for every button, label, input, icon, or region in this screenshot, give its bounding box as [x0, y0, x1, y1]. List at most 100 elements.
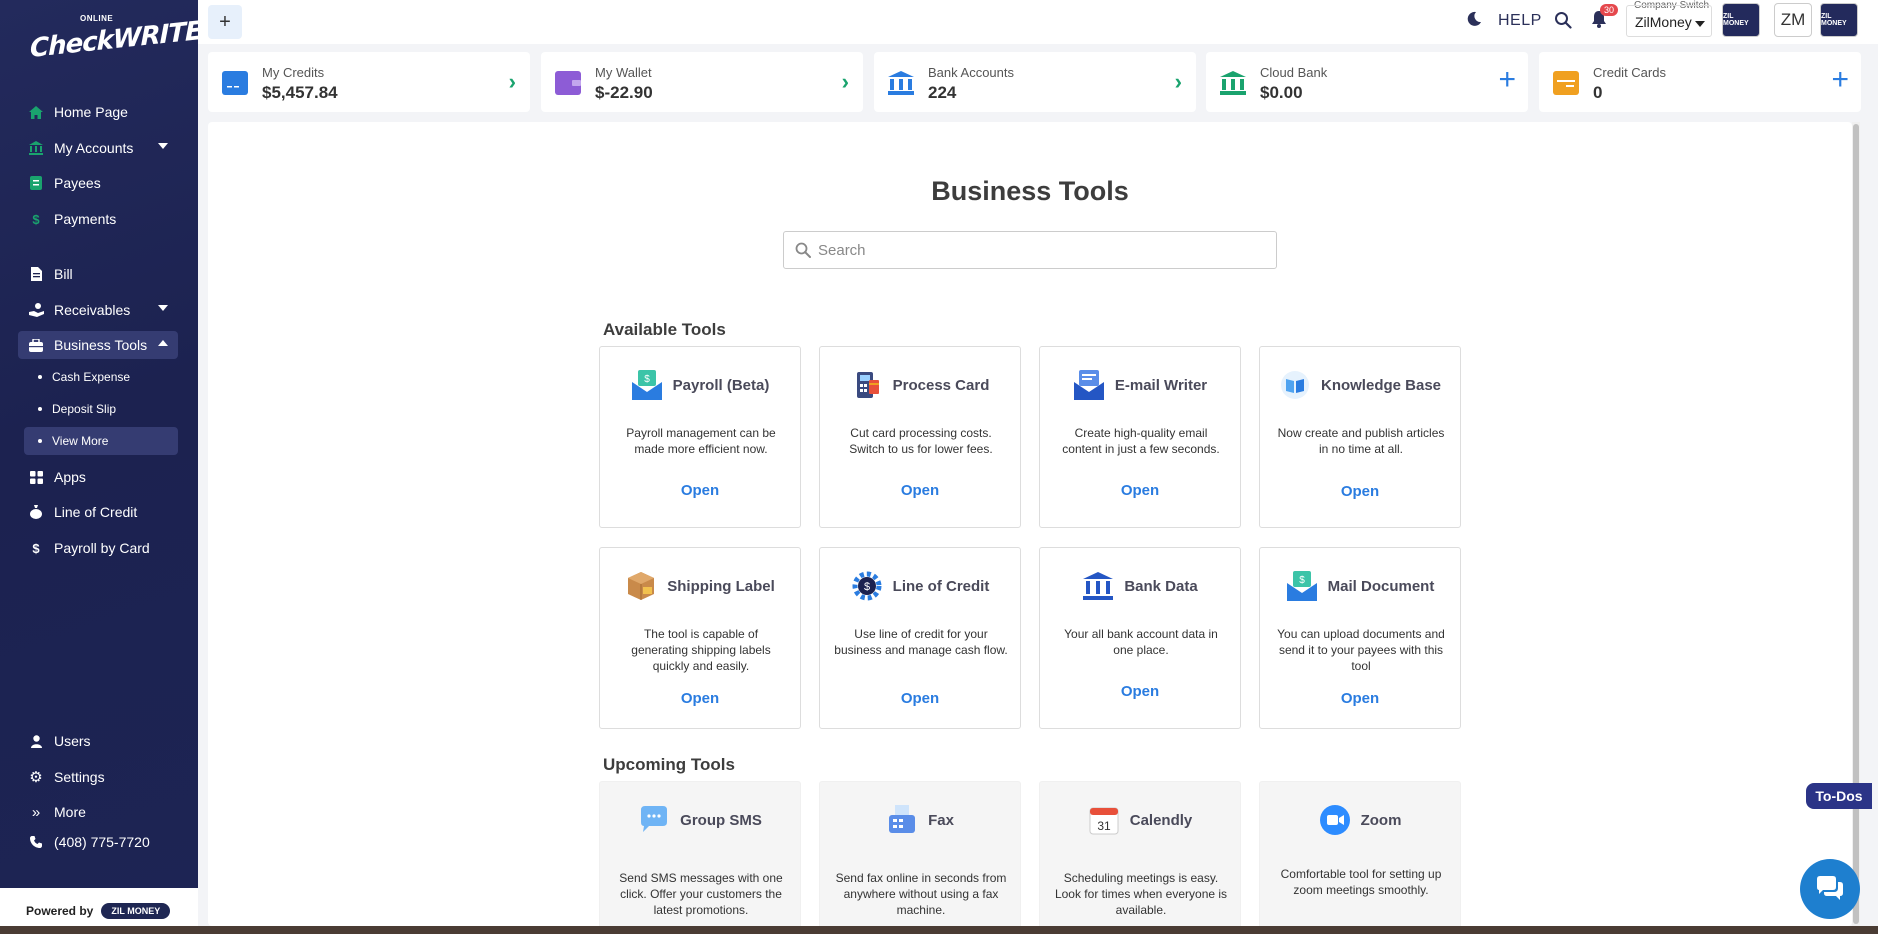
add-cloud-bank-button[interactable]: +	[1498, 63, 1516, 97]
zil-money-app-logo[interactable]: ZIL MONEY	[1722, 3, 1760, 37]
tool-card-payroll[interactable]: $ Payroll (Beta) Payroll management can …	[599, 346, 801, 528]
tool-description: Comfortable tool for setting up zoom mee…	[1280, 867, 1442, 897]
tool-card-calendly[interactable]: 31 Calendly Scheduling meetings is easy.…	[1039, 781, 1241, 926]
chevron-right-icon[interactable]: ›	[509, 69, 516, 95]
tool-description: Cut card processing costs. Switch to us …	[849, 426, 993, 456]
tool-card-process-card[interactable]: Process Card Cut card processing costs. …	[819, 346, 1021, 528]
checkwriter-logo[interactable]: ONLINE CheckWRITER	[30, 12, 221, 64]
sidebar-subitem-deposit-slip[interactable]: Deposit Slip	[24, 395, 178, 423]
user-avatar[interactable]: ZM	[1774, 3, 1812, 37]
double-chevron-icon: »	[31, 803, 41, 821]
todos-button[interactable]: To-Dos	[1806, 783, 1872, 809]
tool-open-link[interactable]: Open	[1040, 683, 1240, 700]
dark-mode-toggle[interactable]	[1466, 11, 1482, 32]
sidebar-item-business-tools[interactable]: Business Tools	[18, 331, 178, 359]
sidebar-item-label: Settings	[54, 769, 105, 785]
sidebar-item-my-accounts[interactable]: My Accounts	[18, 134, 178, 162]
sidebar-item-label: Bill	[54, 266, 73, 282]
company-name: ZilMoney	[1635, 14, 1692, 30]
tool-name: Group SMS	[680, 811, 762, 829]
search-icon	[795, 242, 811, 258]
live-chat-button[interactable]	[1800, 859, 1860, 919]
tool-open-link[interactable]: Open	[600, 482, 800, 499]
book-icon	[1279, 369, 1311, 401]
notification-count-badge: 30	[1600, 4, 1619, 16]
credit-card-icon	[1553, 71, 1579, 95]
tool-card-bank-data[interactable]: Bank Data Your all bank account data in …	[1039, 547, 1241, 729]
tool-card-knowledge-base[interactable]: Knowledge Base Now create and publish ar…	[1259, 346, 1461, 528]
tool-description: Send SMS messages with one click. Offer …	[619, 871, 783, 917]
stat-value: $0.00	[1260, 83, 1303, 102]
credits-icon	[222, 71, 248, 95]
stat-card-credit-cards[interactable]: Credit Cards 0 +	[1539, 52, 1861, 112]
sidebar-item-home-page[interactable]: Home Page	[18, 98, 178, 126]
add-button[interactable]: +	[208, 5, 242, 39]
stat-card-bank-accounts[interactable]: Bank Accounts 224 ›	[874, 52, 1196, 112]
tool-card-line-of-credit[interactable]: $ Line of Credit Use line of credit for …	[819, 547, 1021, 729]
tool-card-zoom[interactable]: Zoom Comfortable tool for setting up zoo…	[1259, 781, 1461, 926]
tool-card-shipping-label[interactable]: Shipping Label The tool is capable of ge…	[599, 547, 801, 729]
tool-card-email-writer[interactable]: E-mail Writer Create high-quality email …	[1039, 346, 1241, 528]
sidebar-item-users[interactable]: Users	[18, 727, 178, 755]
chat-icon	[1817, 876, 1843, 900]
tool-name: Fax	[928, 811, 954, 829]
sidebar-item-bill[interactable]: Bill	[18, 260, 178, 288]
tool-description: Use line of credit for your business and…	[834, 627, 1008, 657]
sidebar-subitem-label: Deposit Slip	[52, 402, 117, 416]
chevron-right-icon[interactable]: ›	[842, 69, 849, 95]
sidebar-item-payees[interactable]: Payees	[18, 169, 178, 197]
chevron-down-icon	[1695, 21, 1705, 27]
help-link[interactable]: HELP	[1498, 12, 1542, 30]
global-search-button[interactable]	[1554, 11, 1572, 34]
taskbar-strip	[0, 926, 1878, 934]
stat-value: 0	[1593, 83, 1603, 102]
tool-open-link[interactable]: Open	[600, 690, 800, 707]
tool-open-link[interactable]: Open	[1260, 690, 1460, 707]
gear-icon: ⚙	[29, 769, 43, 786]
tool-name: Payroll (Beta)	[672, 376, 770, 394]
company-switch-dropdown[interactable]: ZilMoney	[1626, 5, 1712, 37]
toolbox-icon	[26, 338, 46, 352]
payroll-envelope-icon: $	[631, 369, 663, 401]
tool-card-fax[interactable]: Fax Send fax online in seconds from anyw…	[819, 781, 1021, 926]
add-credit-card-button[interactable]: +	[1831, 63, 1849, 97]
sidebar-item-phone[interactable]: (408) 775-7720	[18, 828, 178, 856]
chevron-right-icon[interactable]: ›	[1175, 69, 1182, 95]
hand-coin-icon	[26, 303, 46, 317]
upcoming-tools-heading: Upcoming Tools	[603, 755, 735, 774]
tool-card-mail-document[interactable]: $ Mail Document You can upload documents…	[1259, 547, 1461, 729]
package-label-icon	[625, 570, 657, 602]
sidebar-item-more[interactable]: » More	[18, 798, 178, 826]
tool-card-group-sms[interactable]: Group SMS Send SMS messages with one cli…	[599, 781, 801, 926]
stat-value: $-22.90	[595, 83, 653, 102]
zil-money-badge[interactable]: ZIL MONEY	[101, 903, 171, 919]
sidebar-item-line-of-credit[interactable]: Line of Credit	[18, 498, 178, 526]
sidebar-subitem-cash-expense[interactable]: Cash Expense	[24, 363, 178, 391]
tools-search-input[interactable]	[818, 238, 1258, 262]
sidebar-item-apps[interactable]: Apps	[18, 463, 178, 491]
payee-icon	[26, 176, 46, 190]
tool-name: Line of Credit	[892, 577, 990, 595]
sidebar-item-settings[interactable]: ⚙ Settings	[18, 763, 178, 791]
tool-open-link[interactable]: Open	[1040, 482, 1240, 499]
sidebar-item-payroll-by-card[interactable]: $ Payroll by Card	[18, 534, 178, 562]
tool-open-link[interactable]: Open	[820, 690, 1020, 707]
tools-search-field[interactable]	[783, 231, 1277, 269]
tool-open-link[interactable]: Open	[820, 482, 1020, 499]
phone-icon	[26, 836, 46, 848]
tool-description: Create high-quality email content in jus…	[1062, 426, 1220, 456]
sidebar: ONLINE CheckWRITER Home Page My Accounts…	[0, 0, 221, 934]
sidebar-subitem-view-more[interactable]: View More	[24, 427, 178, 455]
moon-icon	[1467, 11, 1481, 26]
bank-building-icon	[1082, 570, 1114, 602]
stat-card-my-credits[interactable]: My Credits $5,457.84 ›	[208, 52, 530, 112]
stat-card-my-wallet[interactable]: My Wallet $-22.90 ›	[541, 52, 863, 112]
company-logo[interactable]: ZIL MONEY	[1820, 3, 1858, 37]
stat-card-cloud-bank[interactable]: Cloud Bank $0.00 +	[1206, 52, 1528, 112]
stat-label: My Credits	[262, 65, 325, 80]
sidebar-item-receivables[interactable]: Receivables	[18, 296, 178, 324]
email-writer-icon	[1073, 369, 1105, 401]
sidebar-item-payments[interactable]: $ Payments	[18, 205, 178, 233]
tool-open-link[interactable]: Open	[1260, 483, 1460, 500]
sidebar-item-label: Apps	[54, 469, 86, 485]
